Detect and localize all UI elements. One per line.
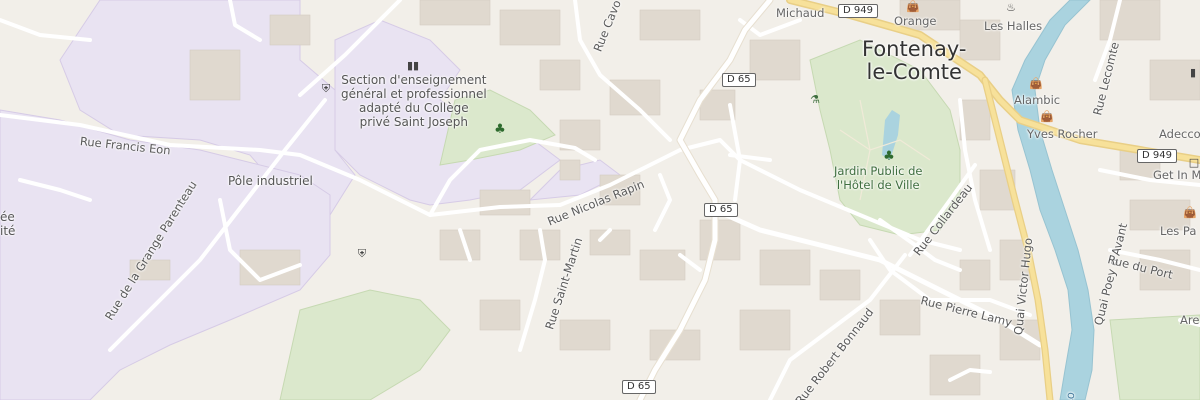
poi-adecco[interactable]: Adecco [1159, 127, 1200, 141]
poi-michaud[interactable]: Michaud [776, 6, 824, 20]
shop-icon[interactable]: ⛨ [355, 247, 369, 261]
town-label[interactable]: Fontenay- le-Comte [862, 38, 966, 84]
road-shield-d65: D 65 [622, 380, 656, 394]
school-label-line: général et professionnel [341, 87, 487, 101]
school-label-line: adapté du Collège [359, 101, 469, 115]
shop-icon[interactable]: ⛨ [319, 82, 333, 96]
map-view[interactable]: D 949 D 949 D 65 D 65 D 65 Fontenay- le-… [0, 0, 1200, 400]
river-label: Lo [1061, 390, 1078, 400]
school-icon[interactable]: ▮▮ [406, 59, 420, 73]
road-shield-d65: D 65 [704, 203, 738, 217]
road-shield-d949: D 949 [1137, 149, 1177, 163]
jardin-label-line: l'Hôtel de Ville [836, 178, 920, 192]
tree-icon: ♣ [883, 149, 895, 164]
poi-yves-rocher[interactable]: Yves Rocher [1027, 127, 1097, 141]
partial-label-line: ée [0, 210, 15, 224]
poi-orange[interactable]: Orange [894, 14, 937, 28]
partial-place-label: ée ité [0, 210, 15, 238]
restaurant-icon[interactable]: ♨ [1004, 1, 1018, 15]
poi-les-halles[interactable]: Les Halles [984, 19, 1042, 33]
shop-icon[interactable]: ▮ [1186, 66, 1200, 80]
wine-icon[interactable]: □ [1187, 156, 1200, 170]
playground-icon[interactable]: ⚗ [808, 93, 822, 107]
jardin-public-label[interactable]: Jardin Public de l'Hôtel de Ville [834, 164, 922, 192]
school-label-line: privé Saint Joseph [359, 115, 469, 129]
bag-icon[interactable]: 👜 [1183, 206, 1197, 220]
town-label-line2: le-Comte [866, 60, 962, 84]
school-label[interactable]: Section d'enseignement général et profes… [341, 73, 487, 129]
town-label-line1: Fontenay- [862, 37, 967, 61]
bag-icon[interactable]: 👜 [1040, 110, 1054, 124]
poi-les-pa[interactable]: Les Pa [1160, 224, 1196, 238]
bag-icon[interactable]: 👜 [906, 0, 920, 14]
pole-industriel-label[interactable]: Pôle industriel [228, 174, 313, 188]
partial-area-label: Area [1180, 313, 1200, 327]
poi-alambic[interactable]: Alambic [1014, 93, 1060, 107]
jardin-label-line: Jardin Public de [834, 164, 923, 178]
tree-icon: ♣ [494, 122, 506, 137]
bag-icon[interactable]: 👜 [1029, 77, 1043, 91]
road-shield-d949: D 949 [838, 4, 878, 18]
partial-label-line: ité [0, 224, 16, 238]
school-label-line: Section d'enseignement [341, 73, 487, 87]
road-shield-d65: D 65 [722, 73, 756, 87]
poi-get-in[interactable]: Get In M [1153, 168, 1200, 182]
